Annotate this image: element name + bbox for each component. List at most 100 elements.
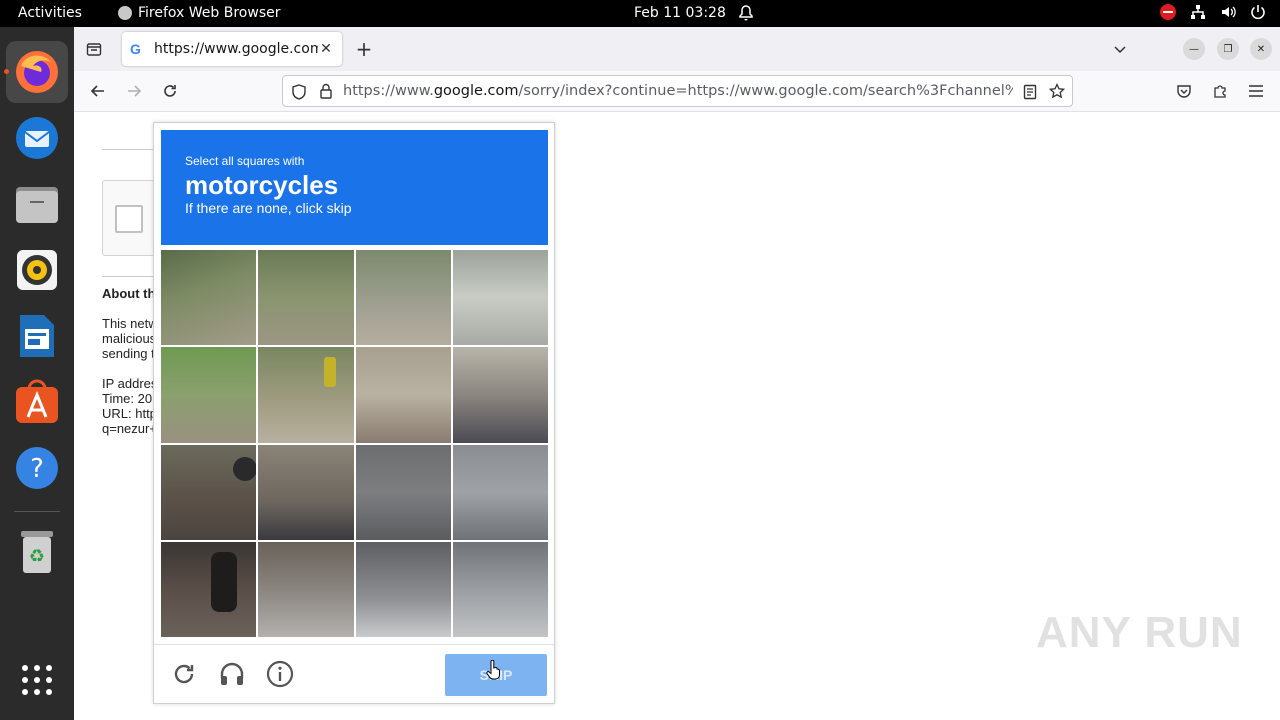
minimize-button[interactable]: —: [1183, 38, 1205, 60]
recaptcha-challenge-dialog: Select all squares with motorcycles If t…: [153, 122, 555, 704]
tab-google-sorry[interactable]: G https://www.google.com/sorry/index?con…: [122, 32, 342, 66]
tab-close-icon[interactable]: ✕: [318, 41, 334, 57]
image-tile[interactable]: [161, 347, 257, 443]
app-menu[interactable]: Firefox Web Browser: [118, 5, 281, 21]
bookmark-star-icon[interactable]: [1049, 83, 1065, 99]
back-button[interactable]: [88, 81, 108, 101]
image-tile[interactable]: [161, 444, 257, 540]
url-text[interactable]: https://www.google.com/sorry/index?conti…: [343, 83, 1013, 99]
dock-help[interactable]: ?: [6, 437, 68, 499]
reader-view-icon[interactable]: [1023, 84, 1037, 100]
dock-files[interactable]: [6, 173, 68, 235]
rhythmbox-icon: [17, 250, 57, 290]
tab-title: https://www.google.com/sorry/index?conti…: [154, 41, 318, 57]
dock-trash[interactable]: ♻: [6, 521, 68, 583]
instruction-text: Select all squares with: [185, 154, 305, 168]
dock-rhythmbox[interactable]: [6, 239, 68, 301]
image-tile[interactable]: [452, 347, 548, 443]
image-tile[interactable]: [452, 250, 548, 346]
notification-bell-icon[interactable]: [738, 4, 754, 22]
minimize-icon: —: [1189, 43, 1199, 55]
image-tile[interactable]: [355, 347, 451, 443]
lock-icon[interactable]: [319, 83, 333, 100]
app-name: Firefox Web Browser: [138, 5, 281, 21]
hand-cursor-icon: [486, 660, 501, 680]
anyrun-watermark: ANY RUN: [1036, 608, 1243, 657]
system-tray[interactable]: [1160, 4, 1266, 20]
volume-icon[interactable]: [1220, 4, 1236, 20]
network-icon[interactable]: [1190, 4, 1206, 20]
hamburger-menu-icon: [1249, 85, 1263, 97]
app-menu-button[interactable]: [1246, 81, 1266, 101]
firefox-app-icon: [118, 6, 132, 20]
forward-arrow-icon: [128, 85, 142, 97]
power-icon[interactable]: [1250, 4, 1266, 20]
firefox-view-button[interactable]: [84, 39, 104, 59]
tracking-protection-shield-icon[interactable]: [291, 84, 307, 100]
firefox-icon: [16, 51, 58, 93]
app-center-icon: [16, 379, 58, 423]
reload-button[interactable]: [160, 81, 180, 101]
image-tile[interactable]: [355, 250, 451, 346]
restore-button[interactable]: ❐: [1217, 38, 1239, 60]
image-tile[interactable]: [258, 444, 354, 540]
close-window-button[interactable]: ✕: [1250, 38, 1272, 60]
info-icon: [266, 660, 294, 688]
audio-challenge-button[interactable]: [217, 659, 247, 689]
challenge-footer: SKIP: [154, 644, 554, 704]
challenge-header: Select all squares with motorcycles If t…: [161, 130, 548, 245]
chevron-down-icon: [1114, 46, 1126, 54]
dock-firefox[interactable]: [4, 41, 68, 103]
restore-icon: ❐: [1223, 43, 1233, 55]
image-tile[interactable]: [355, 541, 451, 637]
system-top-bar: Activities Firefox Web Browser Feb 11 03…: [0, 0, 1280, 27]
url-host: google.com: [433, 83, 519, 99]
rider-helmet: [233, 456, 257, 481]
image-tile[interactable]: [258, 541, 354, 637]
grid-icon: [22, 665, 52, 695]
trash-icon: ♻: [21, 531, 53, 573]
dock-writer[interactable]: [6, 305, 68, 367]
dock-show-apps[interactable]: [6, 649, 68, 711]
image-tile[interactable]: [452, 541, 548, 637]
writer-icon: [20, 315, 54, 357]
target-object-text: motorcycles: [185, 170, 339, 200]
reload-challenge-button[interactable]: [169, 659, 199, 689]
new-tab-button[interactable]: +: [354, 37, 374, 61]
back-arrow-icon: [90, 85, 104, 97]
recaptcha-checkbox[interactable]: [115, 205, 143, 233]
url-bar[interactable]: https://www.google.com/sorry/index?conti…: [282, 75, 1073, 107]
image-tile[interactable]: [161, 250, 257, 346]
svg-text:?: ?: [30, 454, 44, 484]
dock-thunderbird[interactable]: [6, 107, 68, 169]
dock-separator: [14, 511, 60, 512]
running-indicator: [4, 69, 9, 74]
firefox-view-icon: [86, 43, 102, 56]
image-tile[interactable]: [258, 347, 354, 443]
image-tile[interactable]: [161, 541, 257, 637]
image-tile[interactable]: [258, 250, 354, 346]
list-all-tabs-button[interactable]: [1110, 39, 1130, 59]
instruction-subtext: If there are none, click skip: [185, 200, 352, 216]
files-icon: [16, 187, 58, 223]
do-not-disturb-icon[interactable]: [1160, 4, 1176, 20]
activities-button[interactable]: Activities: [18, 5, 82, 21]
headphones-icon: [220, 662, 244, 685]
dock: ? ♻: [0, 27, 74, 720]
clock[interactable]: Feb 11 03:28: [634, 5, 726, 21]
close-icon: ✕: [1256, 43, 1266, 55]
thunderbird-icon: [16, 117, 58, 159]
pocket-button[interactable]: [1174, 81, 1194, 101]
forward-button[interactable]: [124, 81, 144, 101]
reload-icon: [174, 664, 194, 684]
navigation-toolbar: https://www.google.com/sorry/index?conti…: [74, 71, 1280, 112]
dock-app-center[interactable]: [6, 371, 68, 433]
puzzle-icon: [1214, 85, 1226, 98]
image-tile[interactable]: [452, 444, 548, 540]
pedestrian-figure: [324, 357, 337, 388]
help-info-button[interactable]: [265, 659, 295, 689]
extensions-button[interactable]: [1210, 81, 1230, 101]
url-prefix: https://www.: [343, 83, 434, 99]
image-tile[interactable]: [355, 444, 451, 540]
tab-bar: G https://www.google.com/sorry/index?con…: [74, 27, 1280, 71]
